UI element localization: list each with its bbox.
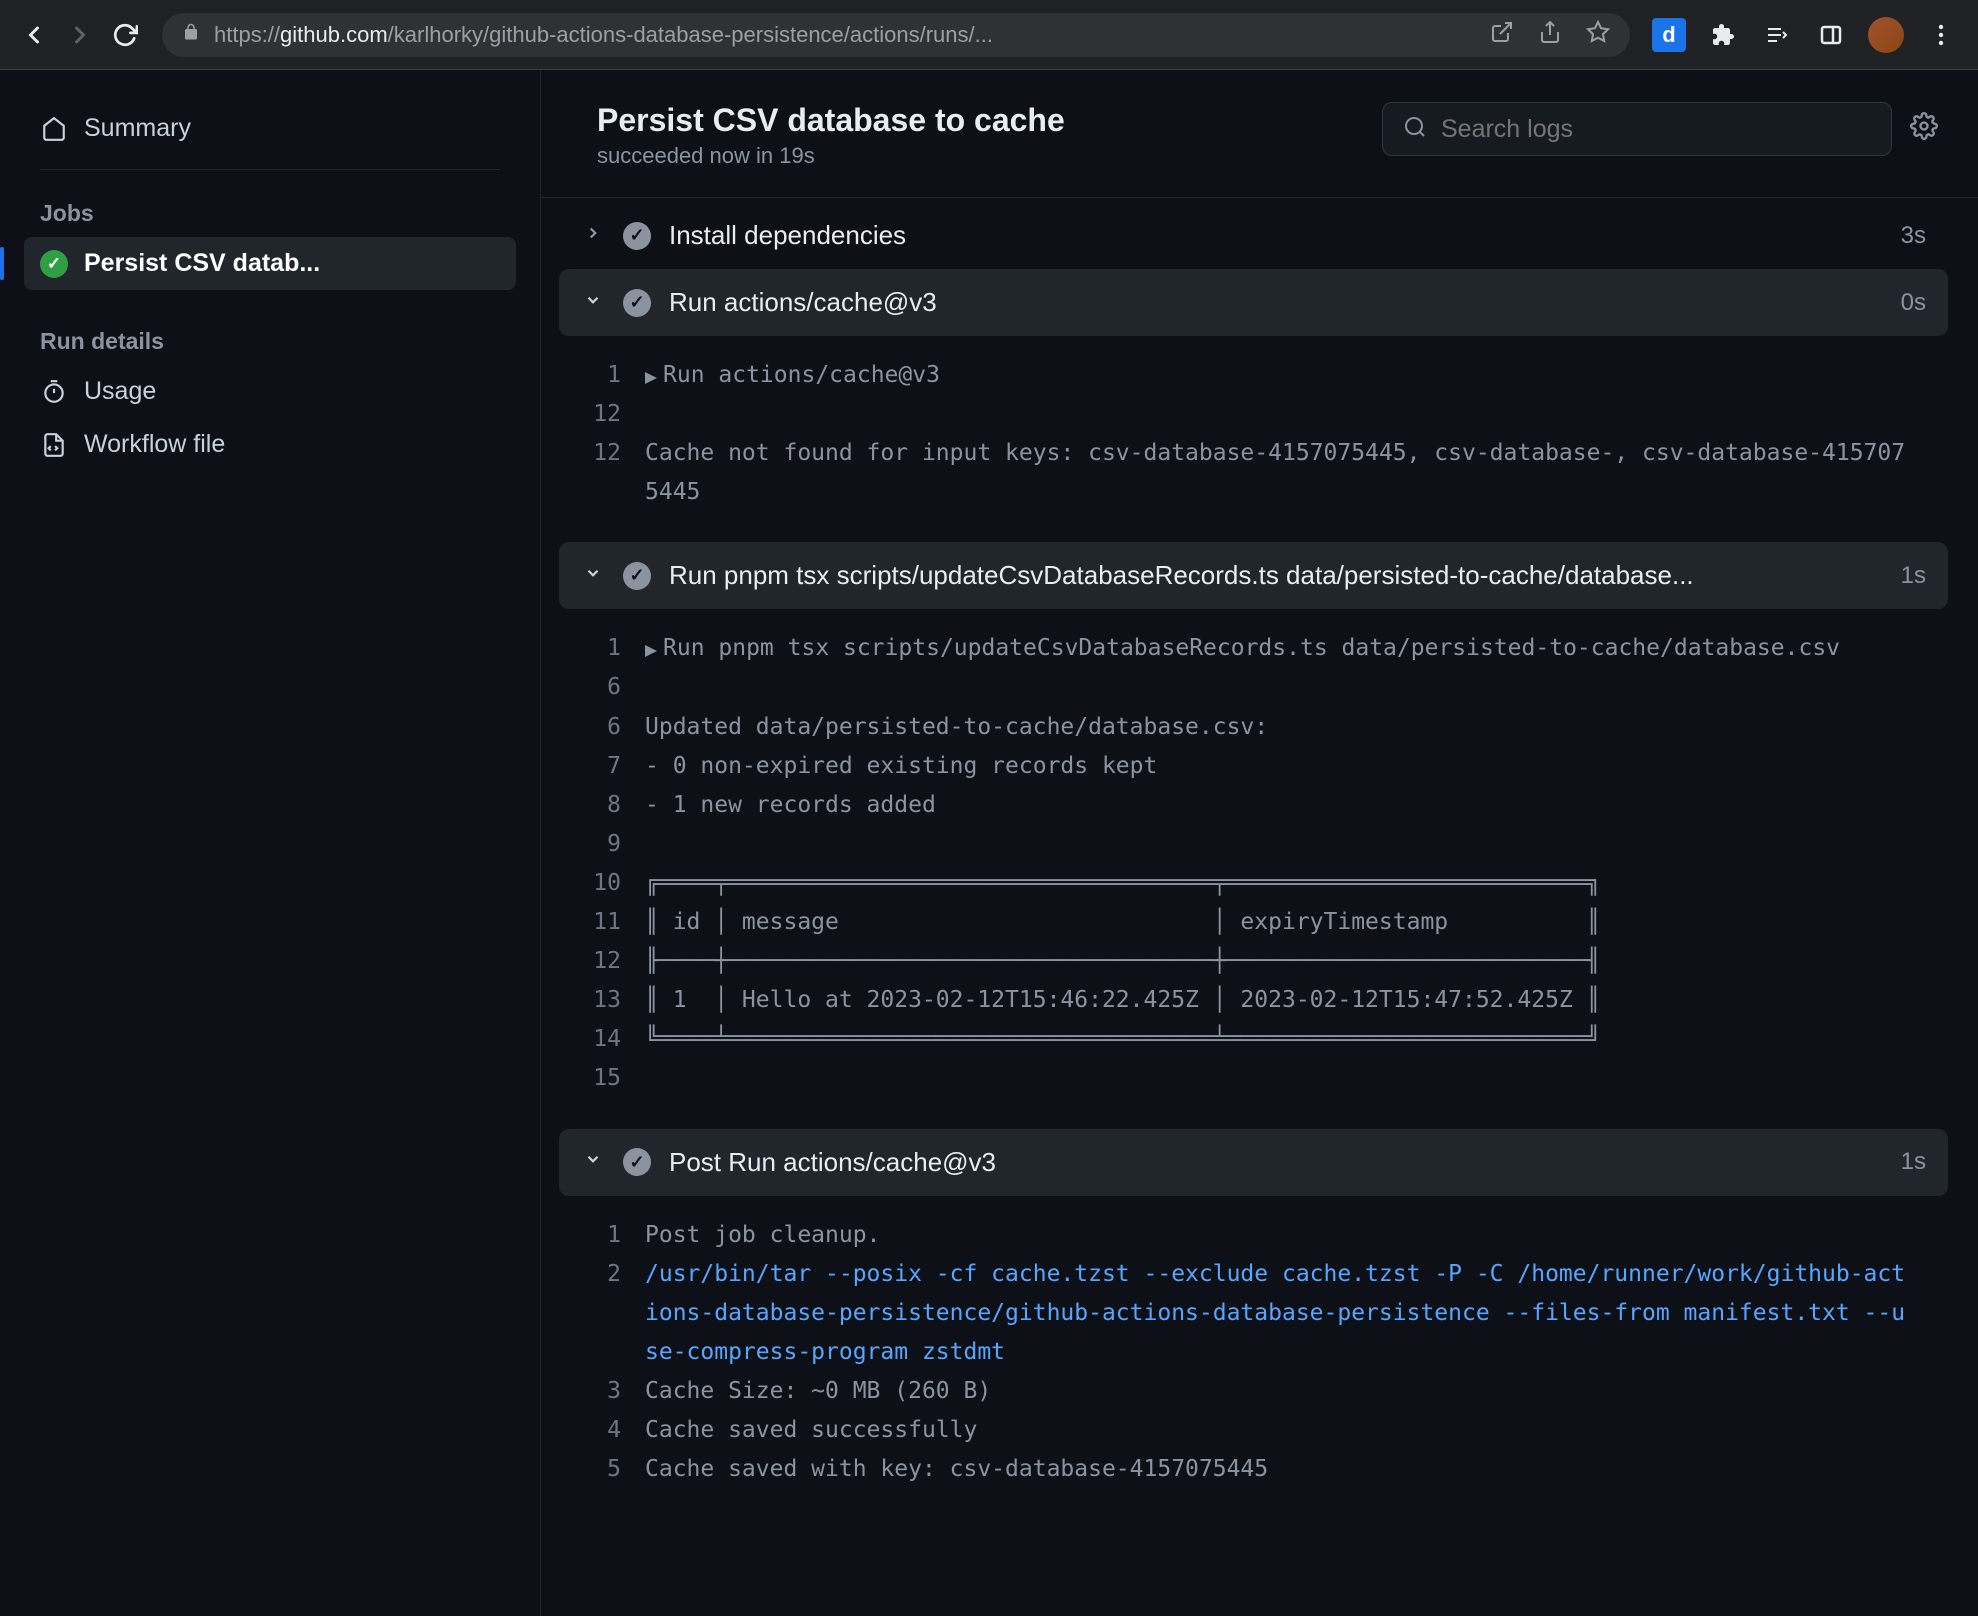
forward-button[interactable] — [66, 21, 94, 49]
log-line: ╚════╧══════════════════════════════════… — [645, 1020, 1630, 1059]
content: Persist CSV database to cache succeeded … — [540, 70, 1978, 1616]
share-icon[interactable] — [1538, 20, 1562, 50]
log-line — [645, 668, 675, 707]
home-icon — [40, 115, 68, 143]
file-icon — [40, 431, 68, 459]
log-line — [645, 1059, 675, 1098]
reload-button[interactable] — [112, 22, 138, 48]
gear-icon[interactable] — [1910, 112, 1938, 147]
log-line: Cache Size: ~0 MB (260 B) — [645, 1372, 1021, 1411]
back-button[interactable] — [20, 21, 48, 49]
status-text: succeeded now in 19s — [597, 143, 1065, 169]
success-icon: ✓ — [623, 222, 651, 250]
sidebar: Summary Jobs ✓ Persist CSV datab... Run … — [0, 70, 540, 1616]
sidebar-usage[interactable]: Usage — [24, 365, 516, 418]
stopwatch-icon — [40, 378, 68, 406]
step-title: Run pnpm tsx scripts/updateCsvDatabaseRe… — [669, 560, 1883, 591]
log-line: Cache saved successfully — [645, 1411, 1007, 1450]
lock-icon — [182, 23, 200, 46]
sidebar-usage-label: Usage — [84, 377, 156, 406]
log-line — [645, 825, 675, 864]
chevron-down-icon — [581, 291, 605, 315]
reading-list-icon[interactable] — [1760, 18, 1794, 52]
log-line — [645, 395, 675, 434]
search-box[interactable] — [1382, 102, 1892, 156]
step-title: Install dependencies — [669, 220, 1883, 251]
log-line: ╟────┼──────────────────────────────────… — [645, 942, 1630, 981]
log-line[interactable]: Run pnpm tsx scripts/updateCsvDatabaseRe… — [645, 629, 1870, 668]
sidebar-workflow-file[interactable]: Workflow file — [24, 418, 516, 471]
log-line: Post job cleanup. — [645, 1216, 910, 1255]
log-post: 1Post job cleanup. 2/usr/bin/tar --posix… — [559, 1208, 1948, 1520]
log-line: ║ id │ message │ expiryTimestamp ║ — [645, 903, 1630, 942]
address-bar[interactable]: https://github.com/karlhorky/github-acti… — [162, 13, 1630, 57]
log-line[interactable]: Run actions/cache@v3 — [645, 356, 970, 395]
star-icon[interactable] — [1586, 20, 1610, 50]
success-icon: ✓ — [623, 289, 651, 317]
extension-d-icon[interactable]: d — [1652, 18, 1686, 52]
log-line: ╔════╤══════════════════════════════════… — [645, 864, 1630, 903]
success-icon: ✓ — [623, 1148, 651, 1176]
step-time: 1s — [1901, 562, 1926, 590]
search-icon — [1403, 115, 1427, 144]
menu-icon[interactable] — [1924, 18, 1958, 52]
success-icon: ✓ — [40, 250, 68, 278]
url-text: https://github.com/karlhorky/github-acti… — [214, 22, 1466, 48]
sidebar-jobs-header: Jobs — [24, 190, 516, 237]
chevron-down-icon — [581, 564, 605, 588]
sidebar-job-item[interactable]: ✓ Persist CSV datab... — [24, 237, 516, 290]
step-time: 0s — [1901, 289, 1926, 317]
sidebar-job-label: Persist CSV datab... — [84, 249, 320, 278]
step-time: 3s — [1901, 222, 1926, 250]
step-cache[interactable]: ✓ Run actions/cache@v3 0s — [559, 269, 1948, 336]
sidebar-summary-label: Summary — [84, 114, 191, 143]
sidebar-summary[interactable]: Summary — [24, 102, 516, 155]
side-panel-icon[interactable] — [1814, 18, 1848, 52]
sidebar-run-details-header: Run details — [24, 318, 516, 365]
extensions-icon[interactable] — [1706, 18, 1740, 52]
profile-avatar[interactable] — [1868, 17, 1904, 53]
page-title: Persist CSV database to cache — [597, 102, 1065, 139]
log-script: 1Run pnpm tsx scripts/updateCsvDatabaseR… — [559, 621, 1948, 1128]
chevron-down-icon — [581, 1150, 605, 1174]
step-script[interactable]: ✓ Run pnpm tsx scripts/updateCsvDatabase… — [559, 542, 1948, 609]
log-line: - 1 new records added — [645, 786, 966, 825]
open-external-icon[interactable] — [1490, 20, 1514, 50]
step-title: Run actions/cache@v3 — [669, 287, 1883, 318]
search-input[interactable] — [1441, 115, 1871, 144]
log-line: /usr/bin/tar --posix -cf cache.tzst --ex… — [645, 1255, 1948, 1372]
log-line: Cache not found for input keys: csv-data… — [645, 434, 1948, 512]
success-icon: ✓ — [623, 562, 651, 590]
chevron-right-icon — [581, 224, 605, 248]
log-cache: 1Run actions/cache@v3 12 12Cache not fou… — [559, 348, 1948, 542]
step-install-dependencies[interactable]: ✓ Install dependencies 3s — [559, 202, 1948, 269]
step-time: 1s — [1901, 1148, 1926, 1176]
log-line: - 0 non-expired existing records kept — [645, 747, 1187, 786]
sidebar-workflow-label: Workflow file — [84, 430, 225, 459]
step-post-cache[interactable]: ✓ Post Run actions/cache@v3 1s — [559, 1129, 1948, 1196]
step-title: Post Run actions/cache@v3 — [669, 1147, 1883, 1178]
log-line: Cache saved with key: csv-database-41570… — [645, 1450, 1298, 1489]
browser-toolbar: https://github.com/karlhorky/github-acti… — [0, 0, 1978, 70]
log-line: ║ 1 │ Hello at 2023-02-12T15:46:22.425Z … — [645, 981, 1630, 1020]
log-line: Updated data/persisted-to-cache/database… — [645, 708, 1298, 747]
